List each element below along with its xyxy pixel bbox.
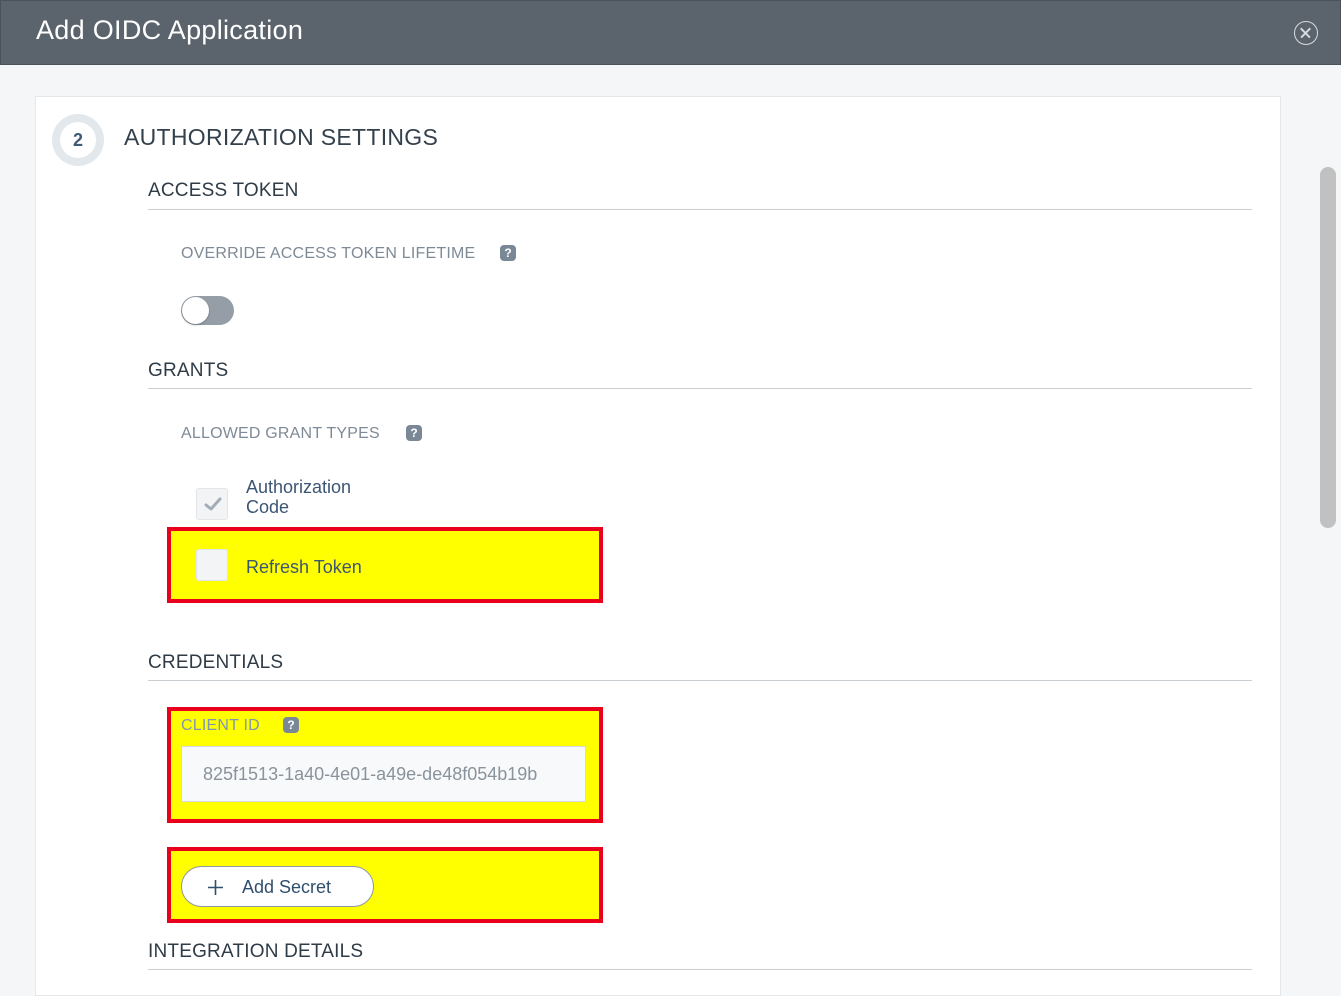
refresh-token-label[interactable]: Refresh Token <box>246 557 362 577</box>
override-lifetime-toggle[interactable] <box>181 296 234 325</box>
authorization-code-label[interactable]: Authorization Code <box>246 477 351 517</box>
scrollbar-thumb[interactable] <box>1320 167 1336 528</box>
authorization-code-checkbox[interactable] <box>196 488 228 520</box>
authorization-code-label-line2: Code <box>246 497 290 517</box>
step-number: 2 <box>60 122 96 158</box>
client-id-label: CLIENT ID <box>181 717 260 734</box>
step-indicator: 2 <box>52 114 104 166</box>
refresh-token-highlight <box>167 527 603 603</box>
integration-details-divider <box>148 969 1252 970</box>
access-token-heading: ACCESS TOKEN <box>148 180 299 201</box>
dialog-title: Add OIDC Application <box>36 15 304 45</box>
override-lifetime-label: OVERRIDE ACCESS TOKEN LIFETIME <box>181 245 476 262</box>
dialog-header: Add OIDC Application <box>0 0 1341 65</box>
client-id-help-icon[interactable]: ? <box>283 717 299 733</box>
access-token-divider <box>148 209 1252 210</box>
credentials-heading: CREDENTIALS <box>148 652 284 673</box>
checkmark-icon <box>204 497 222 511</box>
plus-icon <box>208 880 223 895</box>
allowed-grant-types-label: ALLOWED GRANT TYPES <box>181 425 380 442</box>
add-secret-button[interactable]: Add Secret <box>181 866 374 907</box>
client-id-field[interactable] <box>181 746 586 802</box>
credentials-divider <box>148 680 1252 681</box>
add-secret-label: Add Secret <box>242 877 332 897</box>
refresh-token-checkbox[interactable] <box>196 549 228 581</box>
allowed-grant-types-help-icon[interactable]: ? <box>406 425 422 441</box>
authorization-code-label-line1: Authorization <box>246 477 352 497</box>
grants-heading: GRANTS <box>148 360 229 381</box>
override-lifetime-help-icon[interactable]: ? <box>500 245 516 261</box>
close-icon[interactable] <box>1294 21 1318 45</box>
integration-details-heading: INTEGRATION DETAILS <box>148 941 364 962</box>
section-title: AUTHORIZATION SETTINGS <box>124 124 439 150</box>
toggle-knob <box>182 297 209 324</box>
grants-divider <box>148 388 1252 389</box>
